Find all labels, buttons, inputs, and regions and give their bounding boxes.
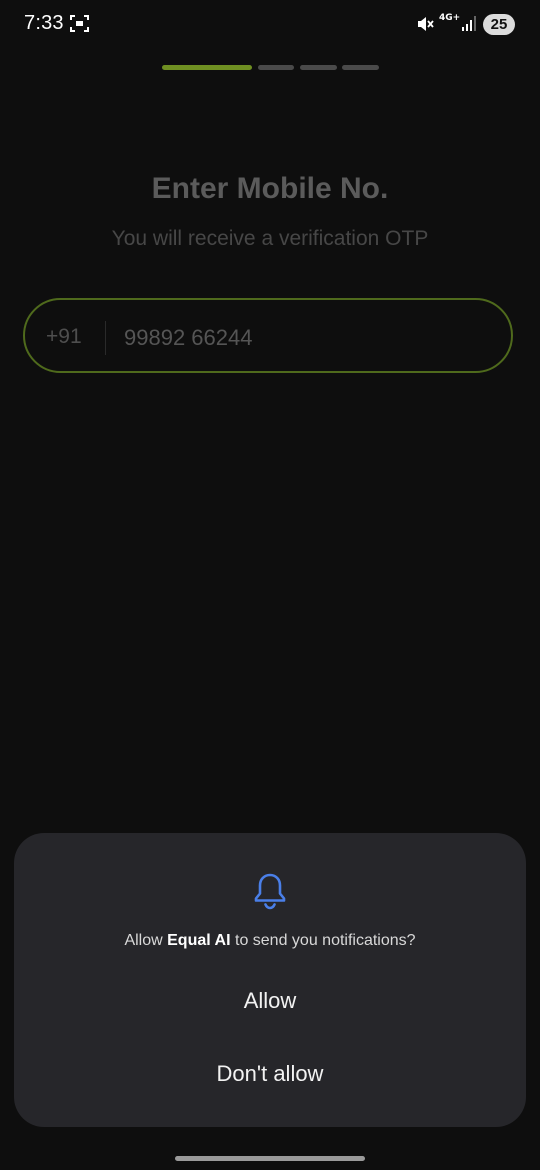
screenshot-icon <box>70 15 89 32</box>
mute-icon <box>418 17 434 31</box>
allow-button[interactable]: Allow <box>14 988 526 1014</box>
dialog-message-suffix: to send you notifications? <box>230 932 416 949</box>
home-indicator[interactable] <box>175 1156 365 1161</box>
dialog-app-name: Equal AI <box>167 932 231 949</box>
phone-number-input[interactable]: 99892 66244 <box>124 325 252 351</box>
dont-allow-button[interactable]: Don't allow <box>14 1061 526 1087</box>
status-bar: 7:33 4G+ 25 <box>0 0 540 50</box>
country-code[interactable]: +91 <box>46 325 82 349</box>
progress-step-2 <box>258 65 294 70</box>
status-time: 7:33 <box>24 12 64 34</box>
dialog-message-prefix: Allow <box>124 932 168 949</box>
progress-step-4 <box>342 65 379 70</box>
network-icon: 4G+ <box>439 13 461 23</box>
screen: 7:33 4G+ 25 Enter Mobile No. You will re… <box>0 0 540 1170</box>
signal-icon <box>462 16 476 31</box>
progress-step-3 <box>300 65 337 70</box>
progress-step-1 <box>162 65 252 70</box>
phone-number-field[interactable]: +91 99892 66244 <box>23 298 513 373</box>
notification-permission-dialog: Allow Equal AI to send you notifications… <box>14 833 526 1127</box>
step-progress <box>162 65 382 71</box>
field-divider <box>105 321 106 355</box>
dialog-message: Allow Equal AI to send you notifications… <box>14 932 526 950</box>
bell-icon <box>254 873 286 910</box>
battery-icon: 25 <box>483 14 515 35</box>
page-title: Enter Mobile No. <box>151 172 389 205</box>
page-subtitle: You will receive a verification OTP <box>111 227 429 250</box>
